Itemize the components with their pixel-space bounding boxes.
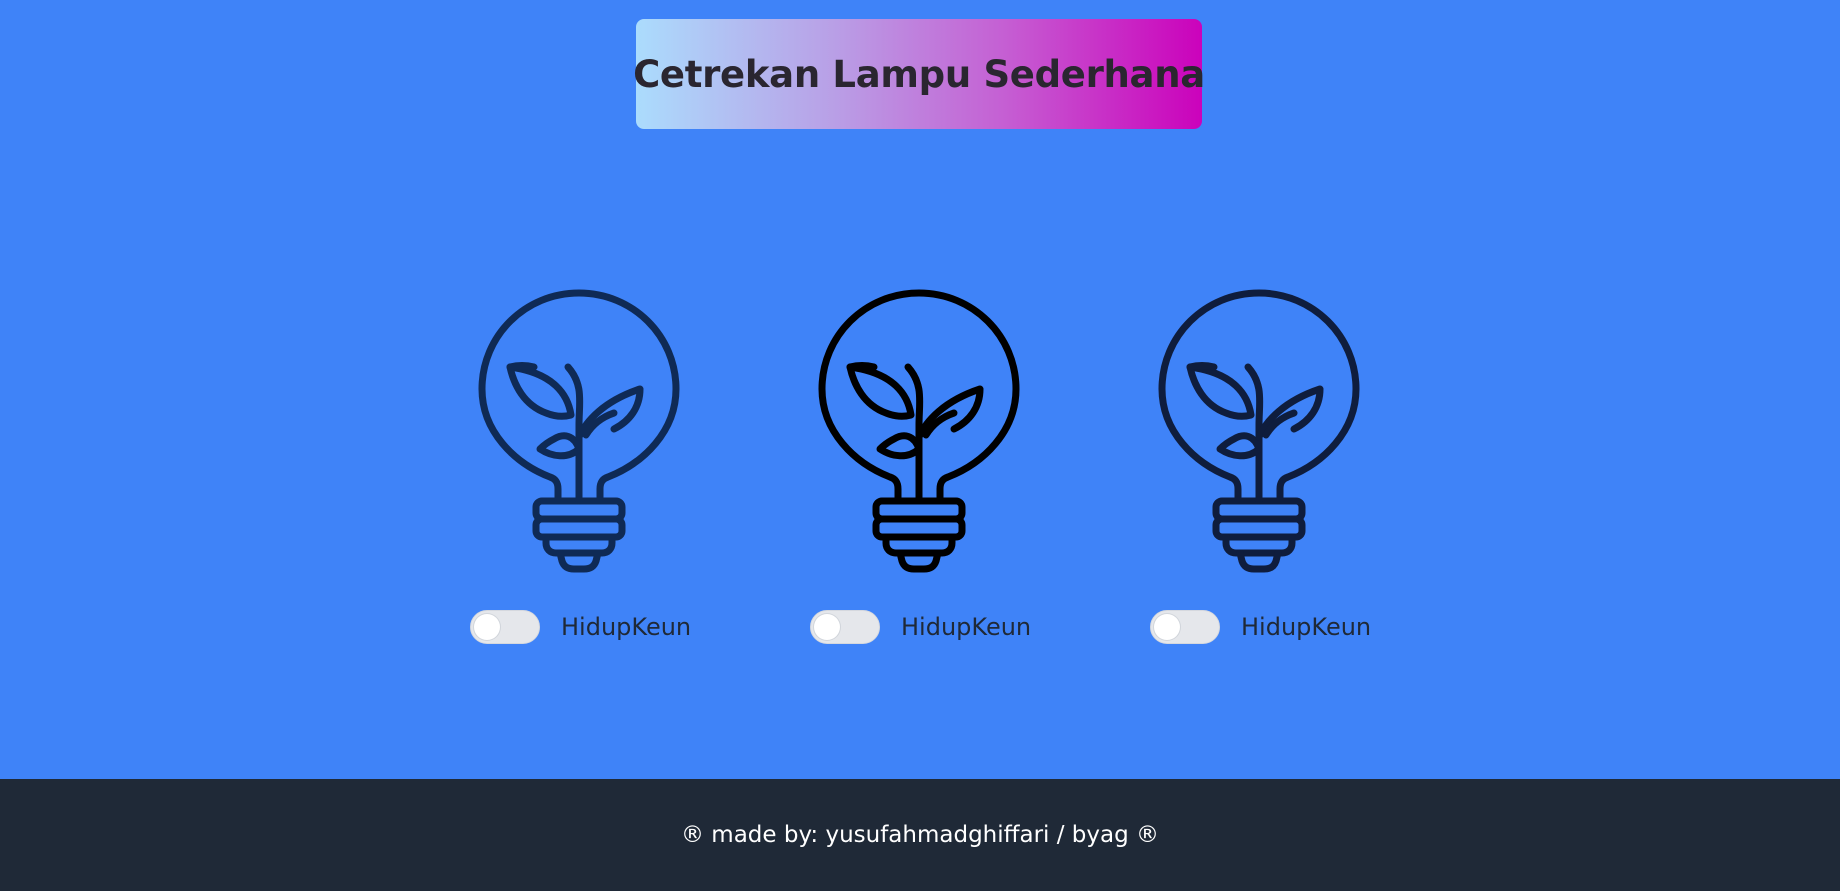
page-title: Cetrekan Lampu Sederhana [633, 52, 1205, 96]
lamp-2-control: HidupKeun [810, 607, 1031, 647]
lamp-1 [474, 285, 684, 575]
lightbulb-plant-icon [818, 289, 1020, 573]
title-banner: Cetrekan Lampu Sederhana [633, 19, 1205, 129]
lamp-3 [1154, 285, 1364, 575]
toggle-knob [814, 614, 840, 640]
lamp-1-control: HidupKeun [470, 607, 691, 647]
lamp-2-toggle-switch[interactable] [810, 610, 880, 644]
lamp-1-toggle-label: HidupKeun [561, 613, 692, 641]
lamp-3-toggle-switch[interactable] [1150, 610, 1220, 644]
lamp-1-toggle-switch[interactable] [470, 610, 540, 644]
footer-credit: ® made by: yusufahmadghiffari / byag ® [680, 822, 1160, 848]
lightbulb-plant-icon [1158, 289, 1360, 573]
lamp-2 [814, 285, 1024, 575]
lamp-2-toggle-label: HidupKeun [901, 613, 1032, 641]
lamp-3-control: HidupKeun [1150, 607, 1371, 647]
footer: ® made by: yusufahmadghiffari / byag ® [0, 779, 1840, 891]
lightbulb-plant-icon [478, 289, 680, 573]
toggle-knob [1154, 614, 1180, 640]
toggle-knob [474, 614, 500, 640]
lamp-3-toggle-label: HidupKeun [1241, 613, 1372, 641]
